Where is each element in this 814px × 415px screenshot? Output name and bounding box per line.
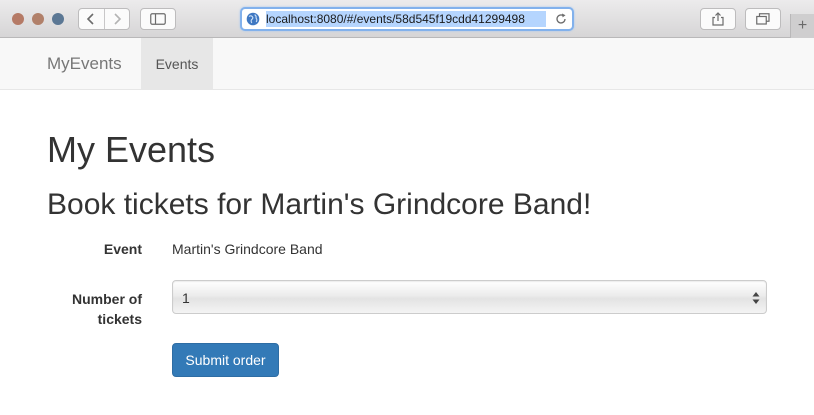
event-value: Martin's Grindcore Band (172, 241, 323, 257)
address-bar[interactable]: localhost:8080/#/events/58d545f19cdd4129… (240, 7, 574, 31)
browser-toolbar: localhost:8080/#/events/58d545f19cdd4129… (0, 0, 814, 38)
share-button[interactable] (700, 8, 736, 30)
form-title: Book tickets for Martin's Grindcore Band… (47, 188, 592, 221)
history-nav-group (78, 8, 130, 30)
sidebar-icon (150, 13, 166, 25)
window-maximize-button[interactable] (52, 13, 64, 25)
submit-order-button[interactable]: Submit order (172, 343, 279, 377)
nav-item-events[interactable]: Events (141, 38, 213, 89)
globe-icon (246, 12, 260, 26)
url-text[interactable]: localhost:8080/#/events/58d545f19cdd4129… (266, 11, 546, 27)
tickets-select-value: 1 (182, 290, 190, 306)
reload-icon[interactable] (554, 12, 568, 26)
window-close-button[interactable] (12, 13, 24, 25)
forward-button[interactable] (103, 9, 130, 29)
app-navbar: MyEvents Events (0, 38, 814, 90)
navbar-brand[interactable]: MyEvents (47, 54, 122, 74)
sidebar-toggle-button[interactable] (140, 8, 176, 30)
tabs-icon (756, 13, 770, 25)
tickets-label: Number of tickets (72, 291, 142, 327)
select-arrows-icon (752, 292, 760, 304)
tickets-select[interactable]: 1 (172, 280, 767, 314)
show-tabs-button[interactable] (745, 8, 781, 30)
chevron-left-icon (87, 13, 94, 25)
event-label: Event (103, 241, 142, 257)
page-title: My Events (47, 129, 216, 170)
share-icon (712, 12, 724, 26)
window-minimize-button[interactable] (32, 13, 44, 25)
chevron-right-icon (114, 13, 121, 25)
back-button[interactable] (79, 9, 104, 29)
new-tab-button[interactable]: + (790, 14, 814, 38)
